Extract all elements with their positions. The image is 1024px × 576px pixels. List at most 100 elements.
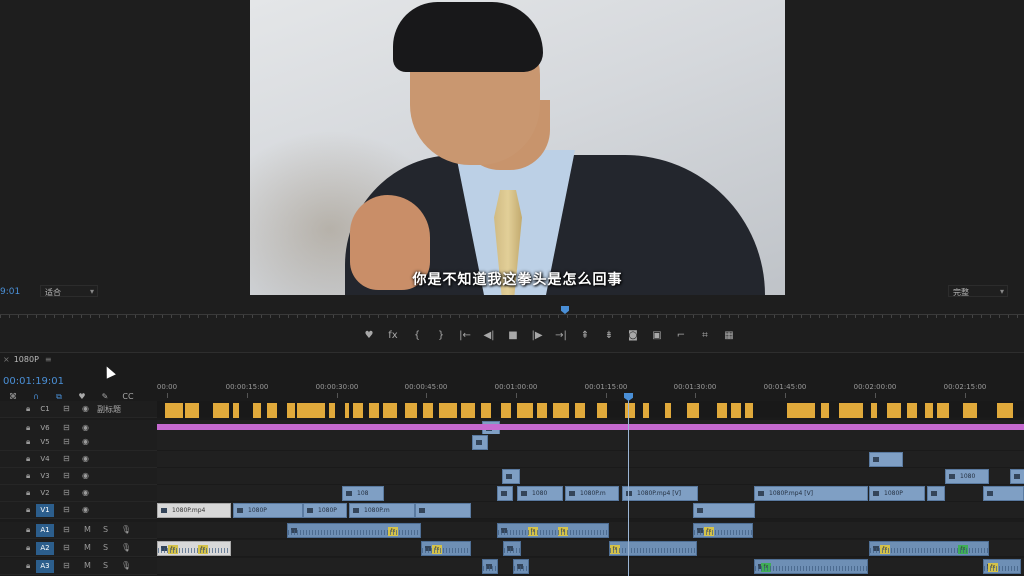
caption-clip[interactable] — [517, 403, 533, 418]
track-target[interactable]: V1 — [36, 504, 54, 517]
video-clip[interactable] — [869, 452, 903, 467]
caption-clip[interactable] — [345, 403, 349, 418]
track-target[interactable]: A1 — [36, 524, 54, 537]
caption-clip[interactable] — [253, 403, 261, 418]
caption-clip[interactable] — [821, 403, 829, 418]
eye-icon[interactable]: ◉ — [82, 488, 89, 497]
work-area-bar[interactable] — [157, 424, 1024, 430]
fx-badge[interactable]: fx — [761, 563, 771, 572]
step-back-icon[interactable]: ◀| — [480, 329, 498, 343]
audio-clip[interactable]: fx — [421, 541, 471, 556]
caption-clip[interactable] — [423, 403, 433, 418]
caption-clip[interactable] — [997, 403, 1013, 418]
caption-clip[interactable] — [665, 403, 671, 418]
caption-clip[interactable] — [165, 403, 183, 418]
video-clip[interactable]: 1080P — [233, 503, 303, 518]
sequence-tab[interactable]: × 1080P ≡ — [0, 355, 52, 367]
audio-clip[interactable]: fx — [287, 523, 421, 538]
caption-clip[interactable] — [907, 403, 917, 418]
track-lane[interactable]: 1080 — [157, 468, 1024, 485]
caption-clip[interactable] — [185, 403, 199, 418]
solo-button[interactable]: S — [103, 525, 108, 534]
go-to-in-icon[interactable]: |← — [456, 329, 474, 343]
track-target[interactable]: A2 — [36, 542, 54, 555]
fx-badge[interactable]: fx — [168, 545, 178, 554]
audio-clip[interactable]: fx fx — [869, 541, 989, 556]
mic-icon[interactable]: 🎙︎ — [121, 543, 131, 552]
lock-icon[interactable]: 🔒︎ — [26, 471, 30, 481]
track-target[interactable]: V2 — [36, 487, 54, 500]
caption-clip[interactable] — [745, 403, 753, 418]
lift-icon[interactable]: ⇞ — [576, 329, 594, 343]
video-clip[interactable]: 1080P.m — [349, 503, 415, 518]
close-icon[interactable]: × — [3, 355, 10, 364]
extract-icon[interactable]: ⇟ — [600, 329, 618, 343]
eye-icon[interactable]: ◉ — [82, 404, 89, 413]
track-target[interactable]: A3 — [36, 560, 54, 573]
current-time-indicator[interactable] — [628, 393, 629, 576]
track-lane[interactable]: fx fx fx fx fx fx — [157, 540, 1024, 557]
caption-clip[interactable] — [297, 403, 325, 418]
sync-lock-icon[interactable]: ⊟ — [63, 454, 70, 463]
sync-lock-icon[interactable]: ⊟ — [63, 561, 70, 570]
sync-lock-icon[interactable]: ⊟ — [63, 471, 70, 480]
menu-icon[interactable]: ≡ — [45, 355, 52, 364]
caption-clip[interactable] — [405, 403, 417, 418]
lock-icon[interactable]: 🔒︎ — [26, 543, 30, 553]
video-clip[interactable] — [693, 503, 755, 518]
audio-clip[interactable]: fx fx — [157, 541, 231, 556]
track-lane[interactable]: fx fx — [157, 558, 1024, 575]
eye-icon[interactable]: ◉ — [82, 505, 89, 514]
mark-in-icon[interactable]: { — [408, 329, 426, 343]
solo-button[interactable]: S — [103, 561, 108, 570]
caption-clip[interactable] — [353, 403, 363, 418]
timeline-timecode[interactable]: 00:01:19:01 — [3, 376, 64, 387]
track-target[interactable]: C1 — [36, 403, 54, 416]
video-clip[interactable]: 1080P.mp4 — [157, 503, 231, 518]
audio-clip[interactable] — [503, 541, 521, 556]
caption-clip[interactable] — [287, 403, 295, 418]
sync-lock-icon[interactable]: ⊟ — [63, 505, 70, 514]
video-clip[interactable]: 1080P.mp4 [V] — [754, 486, 868, 501]
fx-badge[interactable]: fx — [432, 545, 442, 554]
caption-clip[interactable] — [537, 403, 547, 418]
caption-clip[interactable] — [383, 403, 397, 418]
caption-clip[interactable] — [575, 403, 585, 418]
sync-lock-icon[interactable]: ⊟ — [63, 423, 70, 432]
eye-icon[interactable]: ◉ — [82, 471, 89, 480]
sync-lock-icon[interactable]: ⊟ — [63, 404, 70, 413]
mute-button[interactable]: M — [84, 543, 91, 552]
audio-clip[interactable]: fx — [693, 523, 753, 538]
playhead-icon[interactable] — [561, 306, 569, 314]
fx-badge[interactable]: fx — [610, 545, 620, 554]
caption-clip[interactable] — [925, 403, 933, 418]
audio-clip[interactable]: fx — [754, 559, 868, 574]
sync-lock-icon[interactable]: ⊟ — [63, 437, 70, 446]
video-clip[interactable]: 1080 — [945, 469, 989, 484]
caption-clip[interactable] — [731, 403, 741, 418]
caption-clip[interactable] — [481, 403, 491, 418]
monitor-scrubber[interactable] — [0, 306, 1024, 318]
track-lane[interactable]: 1080P.mp4 1080P 1080P 1080P.m — [157, 502, 1024, 519]
mute-button[interactable]: M — [84, 525, 91, 534]
audio-clip[interactable]: fx — [983, 559, 1021, 574]
caption-clip[interactable] — [461, 403, 475, 418]
caption-clip[interactable] — [625, 403, 635, 418]
track-lane[interactable] — [157, 401, 1024, 418]
video-clip[interactable]: 1080P — [869, 486, 925, 501]
fx-badge[interactable]: fx — [988, 563, 998, 572]
caption-clip[interactable] — [787, 403, 815, 418]
caption-clip[interactable] — [839, 403, 863, 418]
eye-icon[interactable]: ◉ — [82, 454, 89, 463]
caption-clip[interactable] — [439, 403, 457, 418]
audio-clip[interactable] — [482, 559, 498, 574]
caption-clip[interactable] — [717, 403, 727, 418]
audio-clip[interactable]: fx — [609, 541, 697, 556]
video-clip[interactable]: 108 — [342, 486, 384, 501]
caption-clip[interactable] — [643, 403, 649, 418]
sync-lock-icon[interactable]: ⊟ — [63, 525, 70, 534]
mic-icon[interactable]: 🎙︎ — [121, 525, 131, 534]
vr-icon[interactable]: ▦ — [720, 329, 738, 343]
video-clip[interactable] — [472, 435, 488, 450]
caption-clip[interactable] — [501, 403, 511, 418]
